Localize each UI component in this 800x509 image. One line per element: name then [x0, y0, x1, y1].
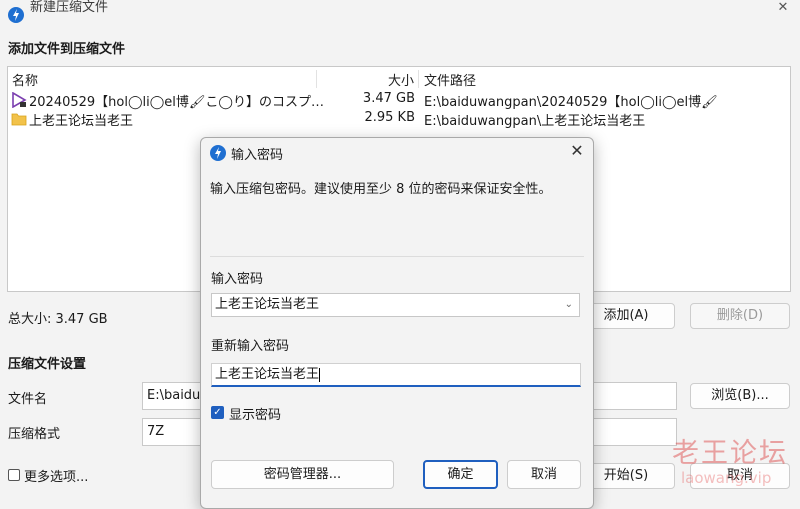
title-bar: 新建压缩文件 ✕	[0, 0, 800, 30]
chevron-down-icon[interactable]: ⌄	[565, 294, 573, 316]
section-heading-settings: 压缩文件设置	[8, 357, 87, 372]
section-heading-add-files: 添加文件到压缩文件	[8, 42, 126, 57]
format-label: 压缩格式	[8, 427, 61, 442]
ok-button[interactable]: 确定	[423, 460, 498, 489]
file-name[interactable]: 上老王论坛当老王	[29, 110, 133, 129]
password-dialog: 输入密码 ✕ 输入压缩包密码。建议使用至少 8 位的密码来保证安全性。 输入密码…	[200, 137, 594, 509]
browse-button[interactable]: 浏览(B)...	[690, 383, 790, 409]
repeat-password-label: 重新输入密码	[211, 339, 290, 354]
repeat-password-value: 上老王论坛当老王	[215, 367, 320, 382]
column-divider[interactable]	[418, 70, 419, 88]
password-label: 输入密码	[211, 272, 264, 287]
watermark-text: 老王论坛	[672, 438, 788, 469]
app-logo-icon	[210, 145, 226, 161]
password-combobox[interactable]: 上老王论坛当老王 ⌄	[211, 293, 580, 317]
password-manager-button[interactable]: 密码管理器...	[211, 460, 394, 489]
app-logo-icon	[8, 7, 24, 23]
file-path: E:\baiduwangpan\20240529【hol◯li◯el博🖌	[424, 95, 718, 110]
more-options-label[interactable]: 更多选项...	[24, 466, 88, 485]
video-file-icon	[11, 91, 27, 109]
password-value: 上老王论坛当老王	[215, 297, 320, 312]
folder-icon	[11, 112, 27, 126]
dialog-title: 输入密码	[231, 148, 284, 163]
file-path: E:\baiduwangpan\上老王论坛当老王	[424, 114, 646, 129]
total-size: 总大小: 3.47 GB	[8, 312, 108, 327]
repeat-password-field[interactable]: 上老王论坛当老王	[211, 363, 581, 387]
column-header-name[interactable]: 名称	[12, 70, 38, 89]
filename-label: 文件名	[8, 392, 48, 407]
window-title: 新建压缩文件	[30, 0, 109, 15]
file-size: 3.47 GB	[362, 91, 415, 106]
close-icon[interactable]: ✕	[565, 140, 589, 162]
close-icon[interactable]: ✕	[772, 0, 794, 18]
column-header-path[interactable]: 文件路径	[424, 70, 476, 89]
more-options-checkbox[interactable]	[8, 469, 20, 481]
text-cursor	[319, 367, 321, 382]
dialog-description: 输入压缩包密码。建议使用至少 8 位的密码来保证安全性。	[210, 182, 552, 197]
file-size: 2.95 KB	[364, 110, 415, 125]
column-divider[interactable]	[316, 70, 317, 88]
cancel-button[interactable]: 取消	[507, 460, 581, 489]
column-header-size[interactable]: 大小	[388, 70, 414, 89]
show-password-label[interactable]: 显示密码	[229, 404, 281, 423]
watermark-url: laowang.vip	[681, 469, 772, 487]
show-password-checkbox[interactable]: ✓	[211, 406, 224, 419]
file-name[interactable]: 20240529【hol◯li◯el博🖌こ◯り】のコスプ…	[29, 91, 324, 110]
divider	[210, 256, 584, 257]
delete-button[interactable]: 删除(D)	[690, 303, 790, 329]
